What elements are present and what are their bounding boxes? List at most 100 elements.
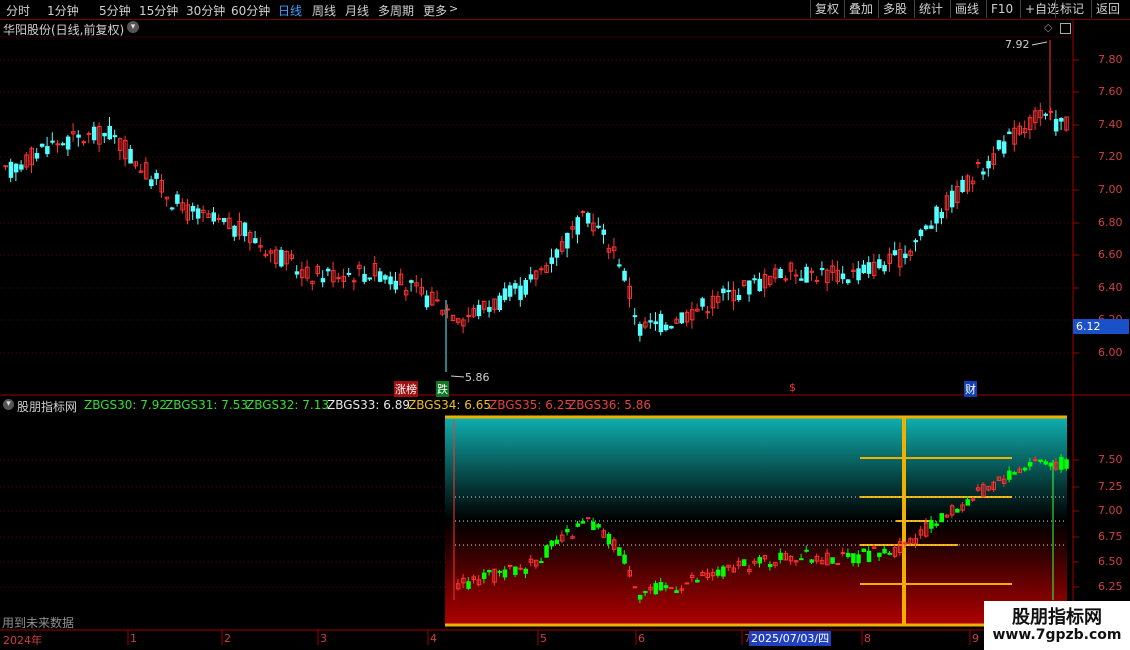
window-toggle-icon[interactable] [1060,23,1071,34]
y-tick: 6.60 [1098,248,1123,261]
period-toolbar: 分时 1分钟 5分钟 15分钟 30分钟 60分钟 日线 周线 月线 多周期 更… [0,0,1130,20]
kline-candle [669,325,674,329]
period-tab-1min[interactable]: 1分钟 [47,2,79,19]
indicator-candle [1064,459,1069,469]
fuquan-button[interactable]: 复权 [810,0,843,18]
indicator-value-zbgs36: ZBGS36: 5.86 [568,398,652,412]
kline-candle [336,277,341,280]
kline-candle [903,253,908,259]
period-tab-week[interactable]: 周线 [312,2,336,19]
kline-candle [793,274,799,277]
indicator-name[interactable]: 股朋指标网 [17,398,77,415]
kline-candle [882,265,887,272]
f10-button[interactable]: F10 [986,0,1017,18]
kline-candle [554,249,560,258]
kline-candle [221,217,227,223]
indicator-candle [637,594,643,600]
kline-candle [596,225,601,228]
mark-button[interactable]: 标记 [1055,0,1088,18]
kline-candle [45,146,50,155]
y-tick: 7.80 [1098,53,1123,66]
chevron-down-icon[interactable]: ▾ [3,399,14,410]
x-axis-label: 3 [320,632,327,645]
kline-candle [1001,141,1007,154]
kline-candle [294,271,300,275]
period-tab-day[interactable]: 日线 [278,2,302,19]
watermark-url: www.7gpzb.com [992,627,1122,643]
indicator-candle [502,569,508,578]
duogu-button[interactable]: 多股 [878,0,911,18]
kline-candle [169,207,175,210]
period-tab-60min[interactable]: 60分钟 [231,2,270,19]
indicator-candle [658,582,664,591]
kline-candle [913,240,918,243]
indicator-candle [596,524,601,528]
diamond-icon[interactable]: ◇ [1044,21,1052,34]
period-tab-15min[interactable]: 15分钟 [139,2,178,19]
period-tab-30min[interactable]: 30分钟 [186,2,225,19]
diejia-button[interactable]: 叠加 [844,0,877,18]
chevron-down-icon[interactable]: ▾ [127,21,139,33]
kline-candle [3,165,8,168]
kline-candle [648,320,653,323]
indicator-candle [643,591,648,594]
kline-candle [845,279,851,284]
indicator-candle [554,539,560,545]
period-tab-5min[interactable]: 5分钟 [99,2,131,19]
kline-candle [892,250,898,256]
indicator-candle [580,521,586,524]
kline-candle [112,135,118,138]
period-tab-more[interactable]: 更多 [423,2,447,19]
kline-candle [986,160,991,169]
period-tab-multi[interactable]: 多周期 [378,2,414,19]
kline-candle [497,295,502,311]
x-axis-label: 6 [638,632,645,645]
y-tick: 6.40 [1098,281,1123,294]
kline-candle [799,278,804,281]
y-tick: 7.40 [1098,118,1123,131]
indicator-candle [565,529,570,533]
kline-candle [539,268,544,271]
die-event-marker[interactable]: 跌 [436,381,449,397]
indicator-candle [856,554,861,564]
chevron-right-icon[interactable]: > [449,2,458,15]
kline-candle [507,285,513,297]
finance-event-marker[interactable]: 财 [964,381,977,397]
tongji-button[interactable]: 统计 [914,0,947,18]
indicator-y-tick: 6.75 [1098,530,1123,543]
low-arrow [450,375,465,378]
kline-candle [960,179,965,193]
y-tick: 7.20 [1098,150,1123,163]
period-tab-month[interactable]: 月线 [345,2,369,19]
kline-candle [528,274,534,280]
indicator-candle [591,521,596,530]
dollar-event-marker[interactable]: $ [789,381,796,394]
kline-candle [778,268,783,279]
kline-candle [1053,118,1059,132]
back-button[interactable]: 返回 [1091,0,1124,18]
period-tab-fenshi[interactable]: 分时 [6,2,30,19]
kline-candle [502,288,508,301]
kline-candle [232,225,237,237]
kline-chart-canvas[interactable] [0,0,1130,650]
kline-candle [575,217,580,235]
indicator-candle [497,570,502,573]
indicator-candle [721,566,726,577]
indicator-candle [1012,472,1017,475]
indicator-candle [804,549,809,552]
indicator-candle [741,559,747,566]
indicator-candle [622,554,627,564]
kline-candle [981,171,986,175]
kline-candle [747,280,752,295]
huaxian-button[interactable]: 画线 [950,0,983,18]
zhangbang-event-marker[interactable]: 涨榜 [394,381,418,397]
kline-candle [736,294,742,301]
kline-candle [580,210,586,213]
kline-candle [388,276,393,285]
kline-candle [409,280,414,283]
future-data-note: 用到未来数据 [2,616,75,630]
main-chart-title: 华阳股份(日线,前复权) [3,23,125,37]
kline-candle [377,271,383,282]
kline-candle [861,264,866,274]
kline-candle [996,140,1002,150]
